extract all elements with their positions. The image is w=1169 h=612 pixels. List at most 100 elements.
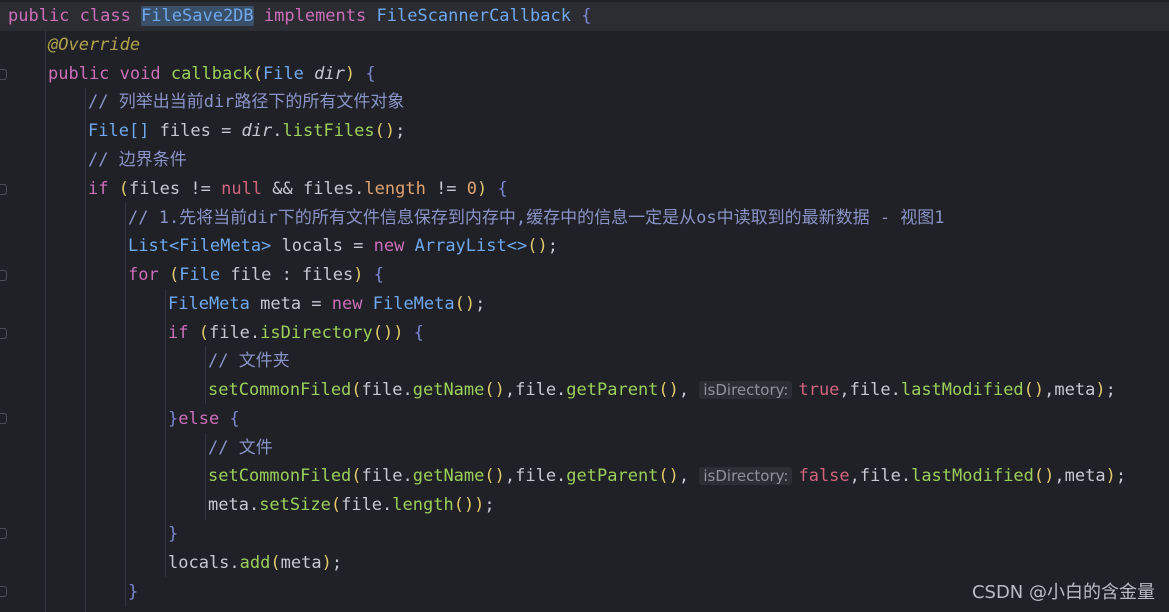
parameter: dir	[241, 121, 273, 141]
code-text: meta =	[249, 294, 332, 314]
paren: ())	[453, 495, 485, 515]
comment: // 列举出当前dir路径下的所有文件对象	[88, 92, 405, 112]
brace: {	[487, 179, 508, 199]
keyword: public void	[48, 64, 171, 84]
watermark: CSDN @小白的含金量	[971, 582, 1155, 603]
code-line[interactable]: // 1.先将当前dir下的所有文件信息保存到内存中,缓存中的信息一定是从os中…	[0, 204, 1169, 233]
method-name: add	[239, 553, 271, 573]
paren: ()	[454, 294, 476, 314]
code-line[interactable]: // 列举出当前dir路径下的所有文件对象	[0, 88, 1169, 117]
comment: // 1.先将当前dir下的所有文件信息保存到内存中,缓存中的信息一定是从os中…	[128, 208, 945, 228]
comment: // 文件夹	[208, 351, 290, 371]
code-text: ,meta	[1044, 380, 1096, 400]
code-text: file.	[341, 495, 393, 515]
code-line[interactable]: List<FileMeta> locals = new ArrayList<>(…	[0, 232, 1169, 261]
code-line[interactable]: }	[0, 520, 1169, 549]
code-text: meta.	[208, 495, 260, 515]
code-text: meta	[280, 553, 322, 573]
number: 0	[466, 179, 478, 199]
code-text: files =	[149, 121, 242, 141]
code-text: files !=	[128, 179, 222, 199]
brace: }	[168, 409, 179, 429]
paren: (	[270, 553, 281, 573]
type: File	[179, 265, 221, 285]
paren: ()	[1033, 466, 1055, 486]
code-text: ,file.	[849, 466, 912, 486]
code-line[interactable]: meta.setSize(file.length());	[0, 491, 1169, 520]
class-name-selected[interactable]: FileSave2DB	[141, 6, 254, 26]
field: length	[364, 179, 426, 199]
method-name: getName	[412, 466, 485, 486]
paren: ()	[658, 380, 679, 400]
code-text: ;	[484, 495, 495, 515]
brace: {	[219, 409, 240, 429]
paren: (	[351, 380, 362, 400]
brace: {	[570, 6, 592, 26]
paren: )	[321, 553, 332, 573]
code-line[interactable]: if (file.isDirectory()) {	[0, 319, 1169, 348]
code-line[interactable]: @Override	[0, 31, 1169, 60]
literal: true	[798, 380, 840, 400]
code-line[interactable]: setCommonFiled(file.getName(),file.getPa…	[0, 462, 1169, 491]
method-name: lastModified	[900, 380, 1024, 400]
code-line[interactable]: // 文件	[0, 434, 1169, 463]
code-editor[interactable]: public class FileSave2DB implements File…	[0, 0, 1169, 612]
method-name: setCommonFiled	[208, 466, 352, 486]
paren: (	[252, 64, 263, 84]
type: ArrayList<>	[404, 236, 528, 256]
literal: false	[798, 466, 850, 486]
code-text: ,	[678, 380, 700, 400]
keyword: for	[128, 265, 159, 285]
brace: {	[355, 64, 376, 84]
keyword: new	[373, 236, 405, 256]
code-text: ,meta	[1054, 466, 1106, 486]
paren: ()	[484, 466, 505, 486]
code-text: ;	[1105, 380, 1116, 400]
keyword: if	[88, 179, 109, 199]
keyword: if	[168, 323, 189, 343]
code-line[interactable]: public class FileSave2DB implements File…	[0, 2, 1169, 31]
paren: )	[344, 64, 356, 84]
code-line[interactable]: if (files != null && files.length != 0) …	[0, 175, 1169, 204]
parameter-hint: isDirectory:	[699, 381, 793, 399]
brace: }	[168, 524, 179, 544]
annotation: @Override	[48, 35, 141, 55]
method-name: lastModified	[911, 466, 1034, 486]
code-line[interactable]: for (File file : files) {	[0, 261, 1169, 290]
parameter-hint: isDirectory:	[699, 467, 793, 485]
method-name: listFiles	[282, 121, 375, 141]
code-line[interactable]: locals.add(meta);	[0, 549, 1169, 578]
code-text: ;	[331, 553, 343, 573]
paren: ()	[658, 466, 679, 486]
paren: )	[1095, 380, 1106, 400]
code-line[interactable]: // 边界条件	[0, 146, 1169, 175]
brace: {	[363, 265, 384, 285]
paren: (	[351, 466, 362, 486]
keyword: public class	[8, 6, 142, 26]
code-line[interactable]: File[] files = dir.listFiles();	[0, 117, 1169, 146]
code-text: file.	[361, 380, 413, 400]
type: FileMeta	[168, 294, 250, 314]
paren: ()	[527, 236, 548, 256]
code-line[interactable]: // 文件夹	[0, 347, 1169, 376]
paren: )	[1105, 466, 1116, 486]
code-line[interactable]: setCommonFiled(file.getName(),file.getPa…	[0, 376, 1169, 405]
code-line[interactable]: }else {	[0, 405, 1169, 434]
code-text: locals.	[168, 553, 240, 573]
keyword: new	[331, 294, 363, 314]
code-text: ;	[547, 236, 558, 256]
code-line[interactable]: FileMeta meta = new FileMeta();	[0, 290, 1169, 319]
code-text: ,file.	[504, 466, 567, 486]
interface-name: FileScannerCallback	[376, 6, 571, 26]
comment: // 文件	[208, 438, 273, 458]
type: FileMeta	[362, 294, 455, 314]
paren: (	[158, 265, 180, 285]
paren: ()	[1023, 380, 1045, 400]
brace: }	[128, 582, 139, 602]
code-text: file.	[208, 323, 261, 343]
code-line[interactable]: public void callback(File dir) {	[0, 60, 1169, 89]
method-name: isDirectory	[260, 323, 373, 343]
paren: )	[353, 265, 364, 285]
method-name: setSize	[259, 495, 331, 515]
code-text: ;	[395, 121, 406, 141]
